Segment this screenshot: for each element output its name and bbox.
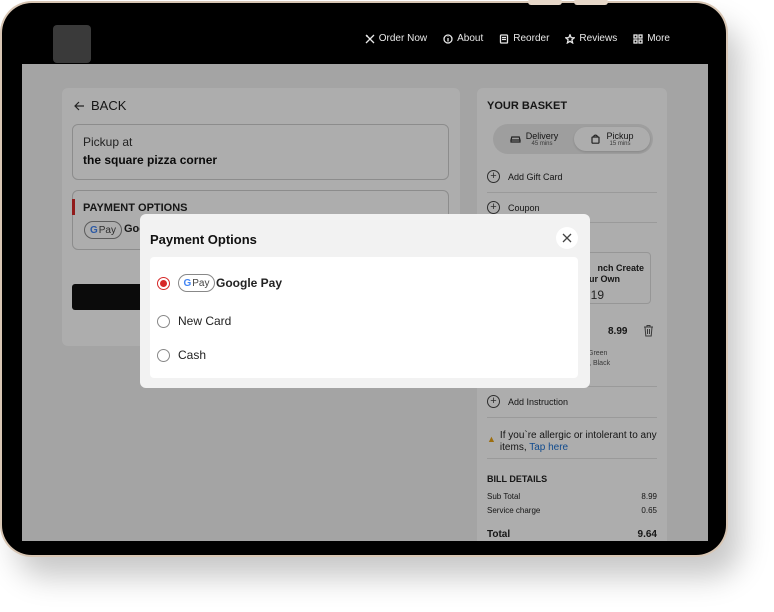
radio-new-card[interactable]: [157, 314, 170, 328]
close-button[interactable]: [556, 227, 578, 249]
nav-reorder-label: Reorder: [513, 33, 550, 44]
option-label: Google Pay: [216, 276, 283, 290]
google-g-icon: G: [183, 277, 192, 289]
nav-order-now[interactable]: Order Now: [365, 33, 427, 44]
grid-icon: [633, 33, 643, 44]
radio-google-pay[interactable]: [157, 276, 170, 290]
restaurant-logo[interactable]: [53, 25, 91, 63]
info-icon: [443, 33, 453, 44]
screen: Order Now About Reorder Reviews More BAC…: [22, 19, 708, 541]
nav-order-now-label: Order Now: [378, 33, 428, 44]
option-cash[interactable]: Cash: [157, 348, 206, 362]
page-content: BACK Pickup at the square pizza corner P…: [22, 64, 708, 541]
payment-options-modal: Payment Options GPay Google Pay New Car: [140, 214, 590, 388]
top-navigation-bar: Order Now About Reorder Reviews More: [22, 19, 708, 64]
receipt-icon: [500, 33, 509, 44]
nav-about[interactable]: About: [443, 33, 483, 44]
nav-reviews-label: Reviews: [579, 33, 618, 44]
modal-title: Payment Options: [150, 232, 257, 247]
google-pay-logo: G Pay: [178, 274, 215, 292]
camera-bump: [574, 0, 608, 5]
star-icon: [565, 33, 576, 44]
nav-reviews[interactable]: Reviews: [565, 33, 617, 44]
utensils-icon: [365, 34, 375, 43]
camera-bump: [528, 0, 562, 5]
gpay-chip-text: Pay: [192, 277, 210, 289]
option-new-card[interactable]: New Card: [157, 314, 231, 328]
nav-about-label: About: [457, 33, 484, 44]
main-nav: Order Now About Reorder Reviews More: [365, 33, 670, 44]
payment-options-list: G Pay Google Pay New Card Cash: [150, 257, 578, 378]
radio-cash[interactable]: [157, 348, 170, 362]
option-label: New Card: [178, 314, 232, 328]
option-google-pay[interactable]: G Pay Google Pay: [157, 274, 282, 292]
nav-more[interactable]: More: [633, 33, 670, 44]
close-icon: [562, 233, 572, 243]
nav-more-label: More: [647, 33, 670, 44]
nav-reorder[interactable]: Reorder: [499, 33, 549, 44]
tablet-frame: Order Now About Reorder Reviews More BAC…: [2, 0, 726, 555]
option-label: Cash: [178, 348, 207, 362]
